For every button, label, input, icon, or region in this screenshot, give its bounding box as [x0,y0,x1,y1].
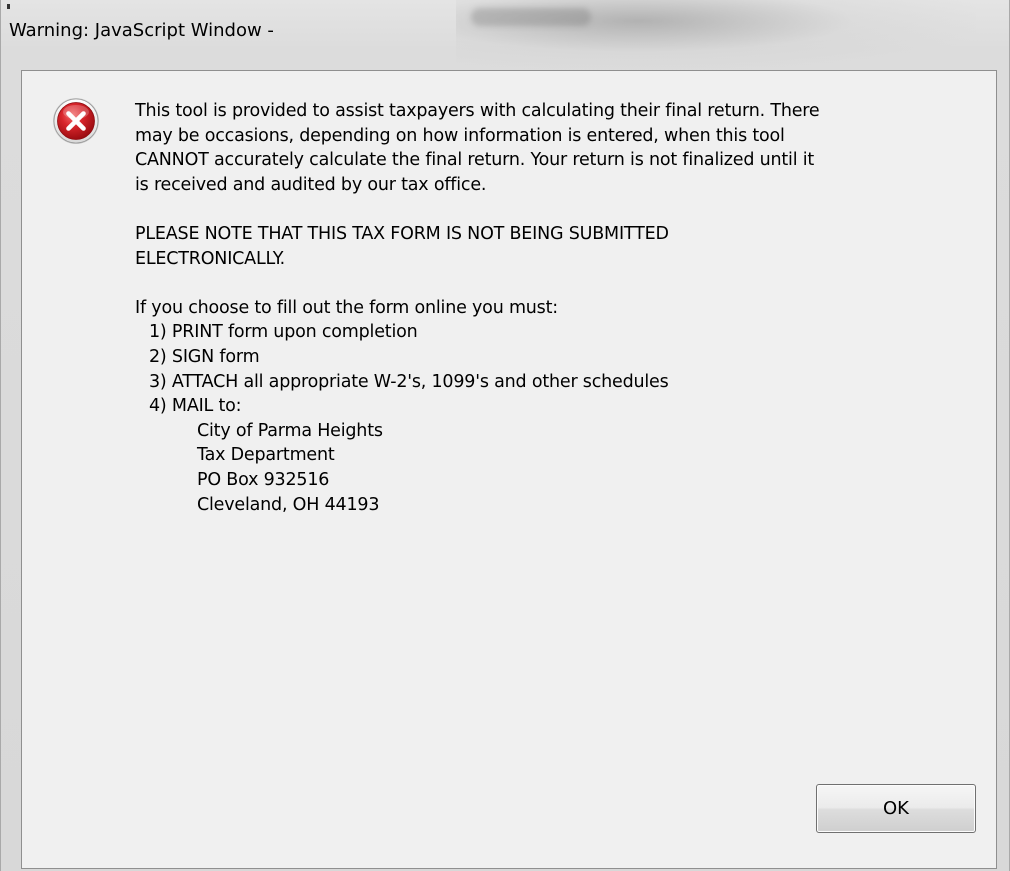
message-line: is received and audited by our tax offic… [135,174,487,195]
dialog-window: Warning: JavaScript Window - This tool i… [0,0,1010,871]
message-line: ELECTRONICALLY. [135,248,286,269]
address-line: PO Box 932516 [197,469,330,490]
instructions-block: If you choose to fill out the form onlin… [135,296,985,517]
title-bar[interactable]: Warning: JavaScript Window - [1,0,1010,68]
address-line: Cleveland, OH 44193 [197,494,380,515]
message-line: PLEASE NOTE THAT THIS TAX FORM IS NOT BE… [135,223,669,244]
ok-button[interactable]: OK [816,784,976,833]
message-line: may be occasions, depending on how infor… [135,125,785,146]
instruction-step: 1) PRINT form upon completion [149,322,418,343]
instruction-step: 3) ATTACH all appropriate W-2's, 1099's … [149,371,669,392]
instructions-intro: If you choose to fill out the form onlin… [135,297,558,318]
instruction-step: 4) MAIL to: [149,396,242,417]
error-icon [53,98,99,144]
window-title: Warning: JavaScript Window - [9,20,274,41]
message-line: This tool is provided to assist taxpayer… [135,101,820,121]
disclaimer-paragraph: This tool is provided to assist taxpayer… [135,99,985,197]
instruction-step: 2) SIGN form [149,346,260,367]
notice-paragraph: PLEASE NOTE THAT THIS TAX FORM IS NOT BE… [135,222,985,271]
address-line: City of Parma Heights [197,420,383,441]
message-line: CANNOT accurately calculate the final re… [135,150,815,171]
dialog-message: This tool is provided to assist taxpayer… [135,99,985,542]
dialog-client-area: This tool is provided to assist taxpayer… [21,70,997,869]
address-line: Tax Department [197,445,335,466]
